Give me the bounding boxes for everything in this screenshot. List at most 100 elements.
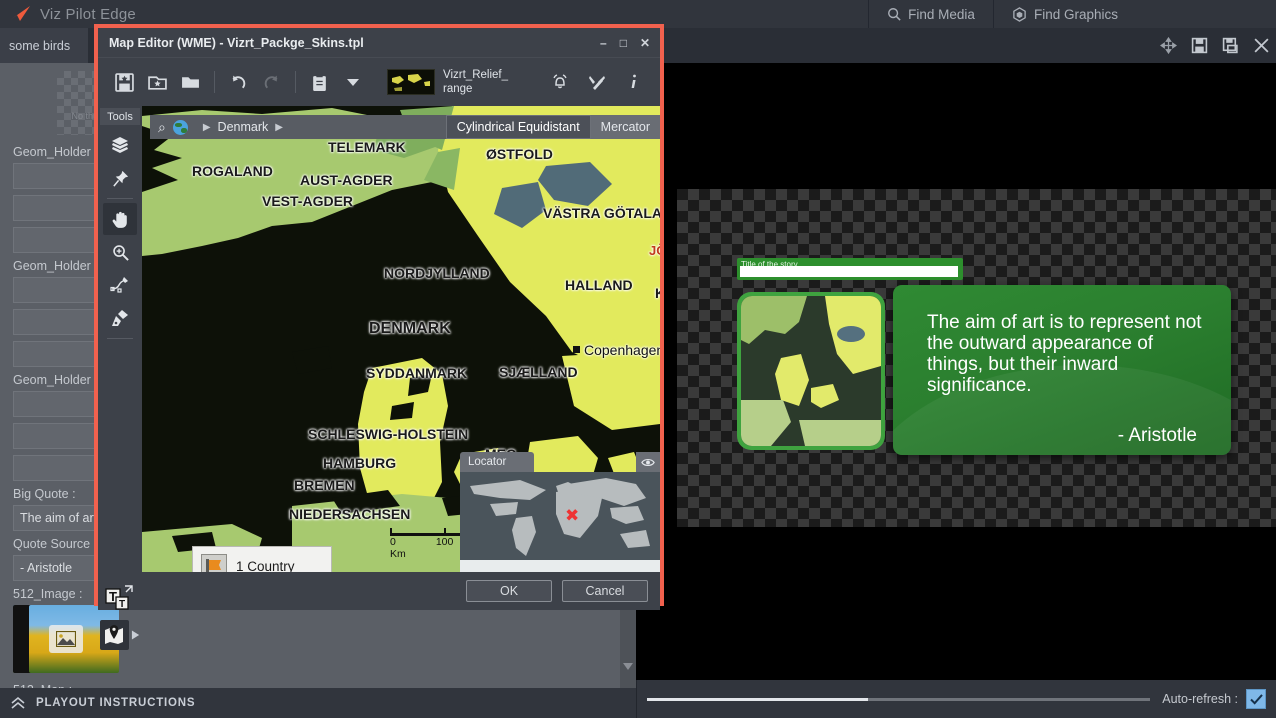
marker-expand-arrow-icon[interactable]	[131, 629, 140, 641]
breadcrumb-current[interactable]: Denmark	[218, 120, 269, 134]
tools-column: Tools T T	[98, 106, 142, 650]
map-reference-name-line2: range	[443, 83, 473, 95]
picture-icon	[49, 625, 83, 653]
locator-tab-label: Locator	[468, 456, 507, 468]
locator-tab[interactable]: Locator	[460, 452, 534, 472]
toolbar-separator	[214, 71, 215, 93]
alert-bell-icon[interactable]	[543, 66, 576, 99]
ok-button[interactable]: OK	[466, 580, 552, 602]
layers-tool[interactable]	[103, 129, 137, 161]
breadcrumb-arrow-1-icon[interactable]: ▶	[203, 122, 211, 133]
preview-quote-text: The aim of art is to represent not the o…	[927, 312, 1202, 396]
map-search-bar: ⌕ ▶ Denmark ▶ Cylindrical Equidistant Me…	[150, 115, 660, 139]
preview-map-inner	[741, 296, 881, 446]
progress-track[interactable]	[647, 697, 1151, 701]
screen-root: Viz Pilot Edge Find Media Find Graphics …	[0, 0, 1276, 718]
map-editor-title: Map Editor (WME) - Vizrt_Packge_Skins.tp…	[109, 35, 364, 50]
legend-popup: 1 Country	[192, 546, 332, 572]
info-icon[interactable]	[617, 66, 650, 99]
map-scale-zero: 0	[390, 536, 396, 548]
preview-quote-card: The aim of art is to represent not the o…	[893, 285, 1231, 455]
paint-tool[interactable]	[103, 302, 137, 334]
open-map-icon[interactable]	[174, 66, 207, 99]
document-tab-label: some birds	[9, 38, 71, 53]
auto-refresh-label: Auto-refresh :	[1162, 692, 1238, 706]
tools-header: Tools	[100, 108, 140, 125]
map-canvas[interactable]: ROGALAND TELEMARK AUST-AGDER VEST-AGDER …	[142, 106, 660, 572]
tools-separator-2	[107, 338, 133, 339]
close-icon[interactable]: ✕	[640, 36, 650, 50]
tools-separator	[107, 198, 133, 199]
scroll-down-arrow-icon[interactable]	[623, 663, 633, 670]
redo-icon	[255, 66, 288, 99]
tools-icon[interactable]	[580, 66, 613, 99]
close-icon[interactable]	[1253, 37, 1270, 54]
map-reference-name-line1: Vizrt_Relief_	[443, 68, 508, 81]
map-editor-toolbar-right	[543, 66, 650, 99]
legend-item-country[interactable]: 1 Country	[193, 551, 331, 572]
projection-switch: Cylindrical Equidistant Mercator	[445, 115, 660, 139]
preview-map-graphic	[737, 292, 885, 450]
find-graphics-button[interactable]: Find Graphics	[992, 0, 1136, 28]
flag-icon	[201, 554, 227, 572]
arrow-logo-icon	[10, 6, 30, 21]
preview-title-overlay: Title of the story	[737, 258, 963, 280]
map-reference[interactable]: Vizrt_Relief_ range	[387, 68, 508, 97]
map-editor-body: Tools T T ROGALAND TELEMARK AUST-AGDER V…	[98, 106, 660, 650]
save-icon[interactable]	[1191, 37, 1208, 54]
map-reference-swatch	[387, 69, 435, 95]
text-tool[interactable]: T T	[100, 582, 140, 616]
status-bar: Auto-refresh :	[636, 680, 1276, 718]
pan-tool[interactable]	[103, 203, 137, 235]
projection-cylindrical-equidistant[interactable]: Cylindrical Equidistant	[445, 115, 591, 139]
location-pin-icon: ✖	[565, 506, 580, 525]
locator-world-graphic	[460, 472, 660, 572]
find-media-label: Find Media	[908, 6, 975, 22]
minimize-icon[interactable]: –	[600, 36, 607, 50]
save-map-icon[interactable]	[108, 66, 141, 99]
chevron-up-double-icon	[11, 696, 25, 709]
locator-visibility-toggle[interactable]	[636, 452, 660, 472]
preview-map-image	[741, 296, 881, 446]
map-editor-dialog: Map Editor (WME) - Vizrt_Packge_Skins.tp…	[94, 24, 664, 650]
map-editor-toolbar: Vizrt_Relief_ range	[98, 57, 660, 106]
pin-tool[interactable]	[103, 162, 137, 194]
auto-refresh-checkbox[interactable]	[1246, 689, 1266, 709]
search-icon	[888, 8, 901, 21]
path-tool[interactable]	[103, 269, 137, 301]
app-title: Viz Pilot Edge	[40, 5, 136, 23]
projection-mercator[interactable]: Mercator	[590, 115, 660, 139]
preview-title-bar	[740, 266, 958, 277]
locator-world-map[interactable]: ✖	[460, 472, 660, 572]
find-graphics-label: Find Graphics	[1033, 6, 1118, 22]
marker-tool[interactable]	[100, 618, 140, 652]
preview-quote-source: - Aristotle	[1117, 424, 1197, 446]
app-logo	[0, 0, 40, 28]
document-tab[interactable]: some birds	[0, 28, 88, 63]
clipboard-icon[interactable]	[303, 66, 336, 99]
save-as-icon[interactable]	[1222, 37, 1239, 54]
globe-icon[interactable]	[172, 119, 188, 135]
check-icon	[1249, 693, 1263, 705]
playout-instructions-label: PLAYOUT INSTRUCTIONS	[36, 697, 196, 709]
map-editor-footer: OK Cancel	[98, 572, 660, 610]
maximize-icon[interactable]: □	[620, 36, 627, 50]
save-as-map-icon[interactable]	[141, 66, 174, 99]
toolbar-separator-2	[295, 71, 296, 93]
playout-instructions-bar[interactable]: PLAYOUT INSTRUCTIONS	[0, 688, 636, 718]
svg-text:T: T	[119, 599, 125, 610]
map-scale-hundred: 100	[435, 536, 454, 548]
zoom-tool[interactable]	[103, 236, 137, 268]
map-editor-titlebar: Map Editor (WME) - Vizrt_Packge_Skins.tp…	[98, 28, 660, 57]
hexagon-icon	[1013, 6, 1026, 22]
undo-icon[interactable]	[222, 66, 255, 99]
app-window-controls	[1160, 28, 1270, 63]
map-editor-window-buttons: – □ ✕	[600, 36, 660, 50]
breadcrumb-arrow-2-icon[interactable]: ▶	[275, 122, 283, 133]
cancel-button[interactable]: Cancel	[562, 580, 648, 602]
search-icon[interactable]: ⌕	[158, 119, 166, 136]
move-icon[interactable]	[1160, 37, 1177, 54]
progress-fill	[647, 697, 869, 701]
dropdown-arrow-icon[interactable]	[336, 66, 369, 99]
find-media-button[interactable]: Find Media	[868, 0, 993, 28]
